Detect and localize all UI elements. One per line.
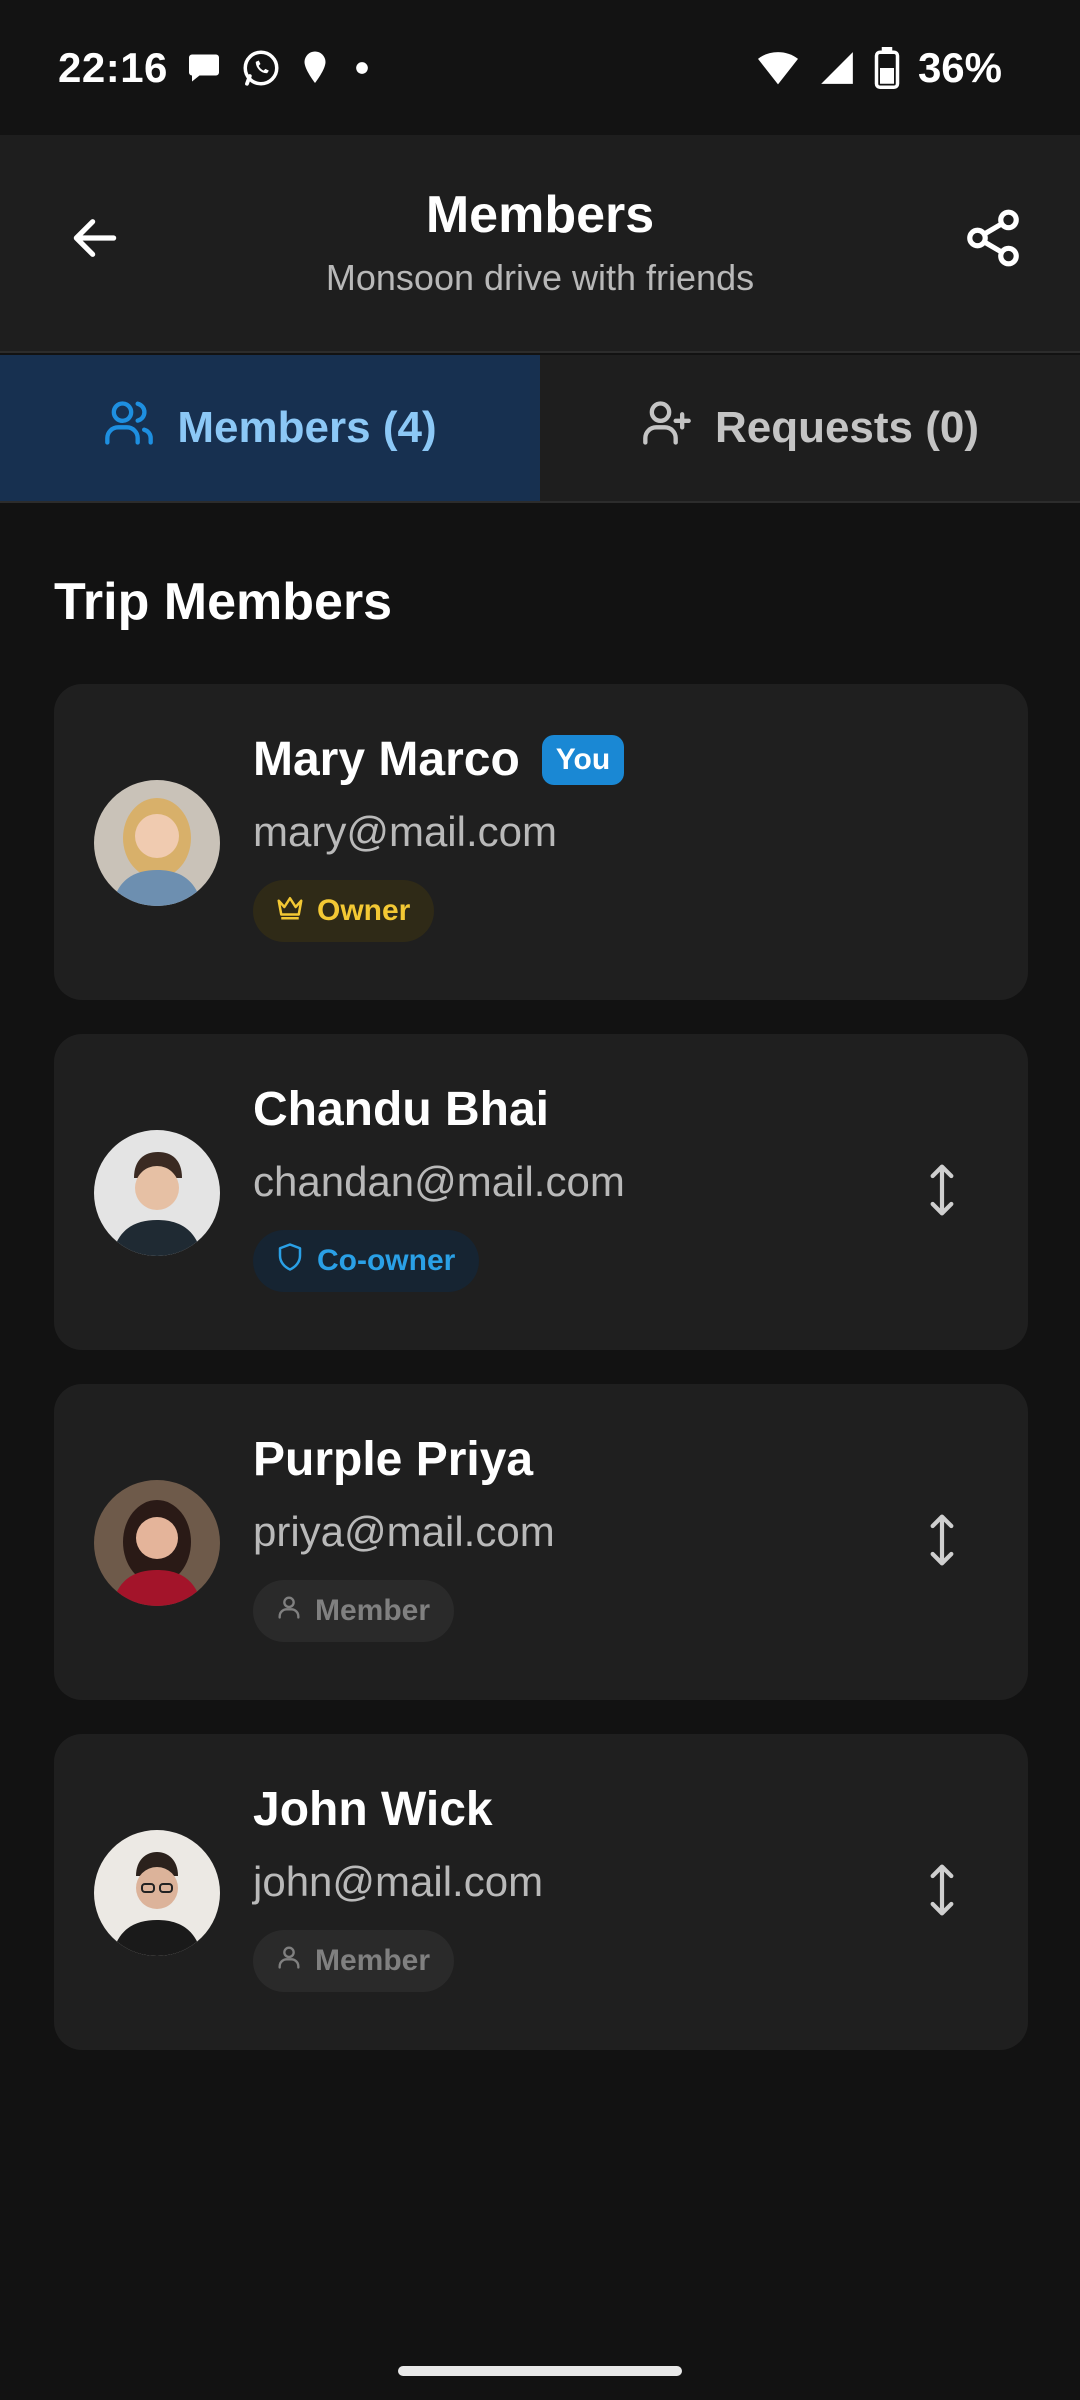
- member-card[interactable]: Mary Marco You mary@mail.com Owner: [54, 684, 1028, 1000]
- up-down-arrow-icon: [925, 1162, 959, 1223]
- whatsapp-icon: [240, 47, 282, 89]
- name-row: Chandu Bhai: [253, 1082, 549, 1137]
- name-row: Purple Priya: [253, 1432, 533, 1487]
- share-icon: [962, 207, 1024, 274]
- avatar: [94, 1480, 220, 1606]
- avatar: [94, 1130, 220, 1256]
- role-badge: Member: [253, 1580, 455, 1642]
- tab-members-label: Members (4): [177, 403, 437, 452]
- title-group: Members Monsoon drive with friends: [200, 185, 880, 299]
- tab-bar: Members (4) Requests (0): [0, 355, 1080, 503]
- role-label: Member: [315, 1944, 431, 1977]
- role-badge: Co-owner: [253, 1230, 480, 1292]
- person-icon: [275, 1943, 303, 1979]
- up-down-arrow-icon: [925, 1512, 959, 1573]
- name-row: Mary Marco You: [253, 732, 625, 787]
- member-list: Mary Marco You mary@mail.com Owner Chand…: [54, 684, 1028, 2084]
- role-label: Member: [315, 1594, 431, 1627]
- signal-icon: [818, 49, 856, 87]
- name-row: John Wick: [253, 1782, 493, 1837]
- status-right: 36%: [756, 44, 1002, 92]
- tab-requests-label: Requests (0): [714, 403, 980, 452]
- section-title: Trip Members: [54, 573, 393, 631]
- battery-icon: [874, 46, 900, 89]
- arrow-left-icon: [67, 210, 123, 271]
- page-subtitle: Monsoon drive with friends: [325, 257, 755, 298]
- users-icon: [103, 397, 155, 460]
- person-icon: [275, 1593, 303, 1629]
- user-plus-icon: [641, 397, 693, 460]
- member-email: john@mail.com: [253, 1858, 544, 1905]
- role-label: Owner: [317, 894, 411, 927]
- home-indicator[interactable]: [398, 2366, 682, 2376]
- shield-icon: [275, 1242, 305, 1280]
- crown-icon: [275, 892, 305, 930]
- page-title: Members: [425, 186, 655, 244]
- member-name: Mary Marco: [253, 733, 520, 786]
- role-label: Co-owner: [317, 1244, 456, 1277]
- member-name: Chandu Bhai: [253, 1083, 549, 1136]
- tab-requests[interactable]: Requests (0): [540, 355, 1080, 501]
- member-name: John Wick: [253, 1783, 493, 1836]
- reorder-handle[interactable]: [922, 1162, 962, 1222]
- battery-percent: 36%: [917, 43, 1002, 91]
- share-button[interactable]: [958, 205, 1028, 275]
- role-badge: Member: [253, 1930, 455, 1992]
- you-badge: You: [541, 734, 625, 785]
- avatar: [94, 780, 220, 906]
- member-email: mary@mail.com: [253, 808, 557, 855]
- member-name: Purple Priya: [253, 1433, 534, 1486]
- tab-members[interactable]: Members (4): [0, 355, 540, 501]
- role-badge: Owner: [253, 880, 435, 942]
- location-pin-icon: [300, 50, 330, 86]
- reorder-handle[interactable]: [922, 1862, 962, 1922]
- dot-icon: [348, 54, 376, 82]
- reorder-handle[interactable]: [922, 1512, 962, 1572]
- status-time: 22:16: [58, 43, 168, 91]
- member-email: chandan@mail.com: [253, 1158, 625, 1205]
- status-left: 22:16: [58, 44, 376, 92]
- chat-bubble-icon: [186, 50, 222, 86]
- member-card[interactable]: Purple Priya priya@mail.com Member: [54, 1384, 1028, 1700]
- member-card[interactable]: John Wick john@mail.com Member: [54, 1734, 1028, 2050]
- member-email: priya@mail.com: [253, 1508, 555, 1555]
- app-bar: Members Monsoon drive with friends: [0, 135, 1080, 353]
- back-button[interactable]: [62, 207, 128, 273]
- avatar: [94, 1830, 220, 1956]
- wifi-icon: [756, 48, 800, 88]
- member-card[interactable]: Chandu Bhai chandan@mail.com Co-owner: [54, 1034, 1028, 1350]
- status-bar: 22:16 36%: [0, 0, 1080, 135]
- up-down-arrow-icon: [925, 1862, 959, 1923]
